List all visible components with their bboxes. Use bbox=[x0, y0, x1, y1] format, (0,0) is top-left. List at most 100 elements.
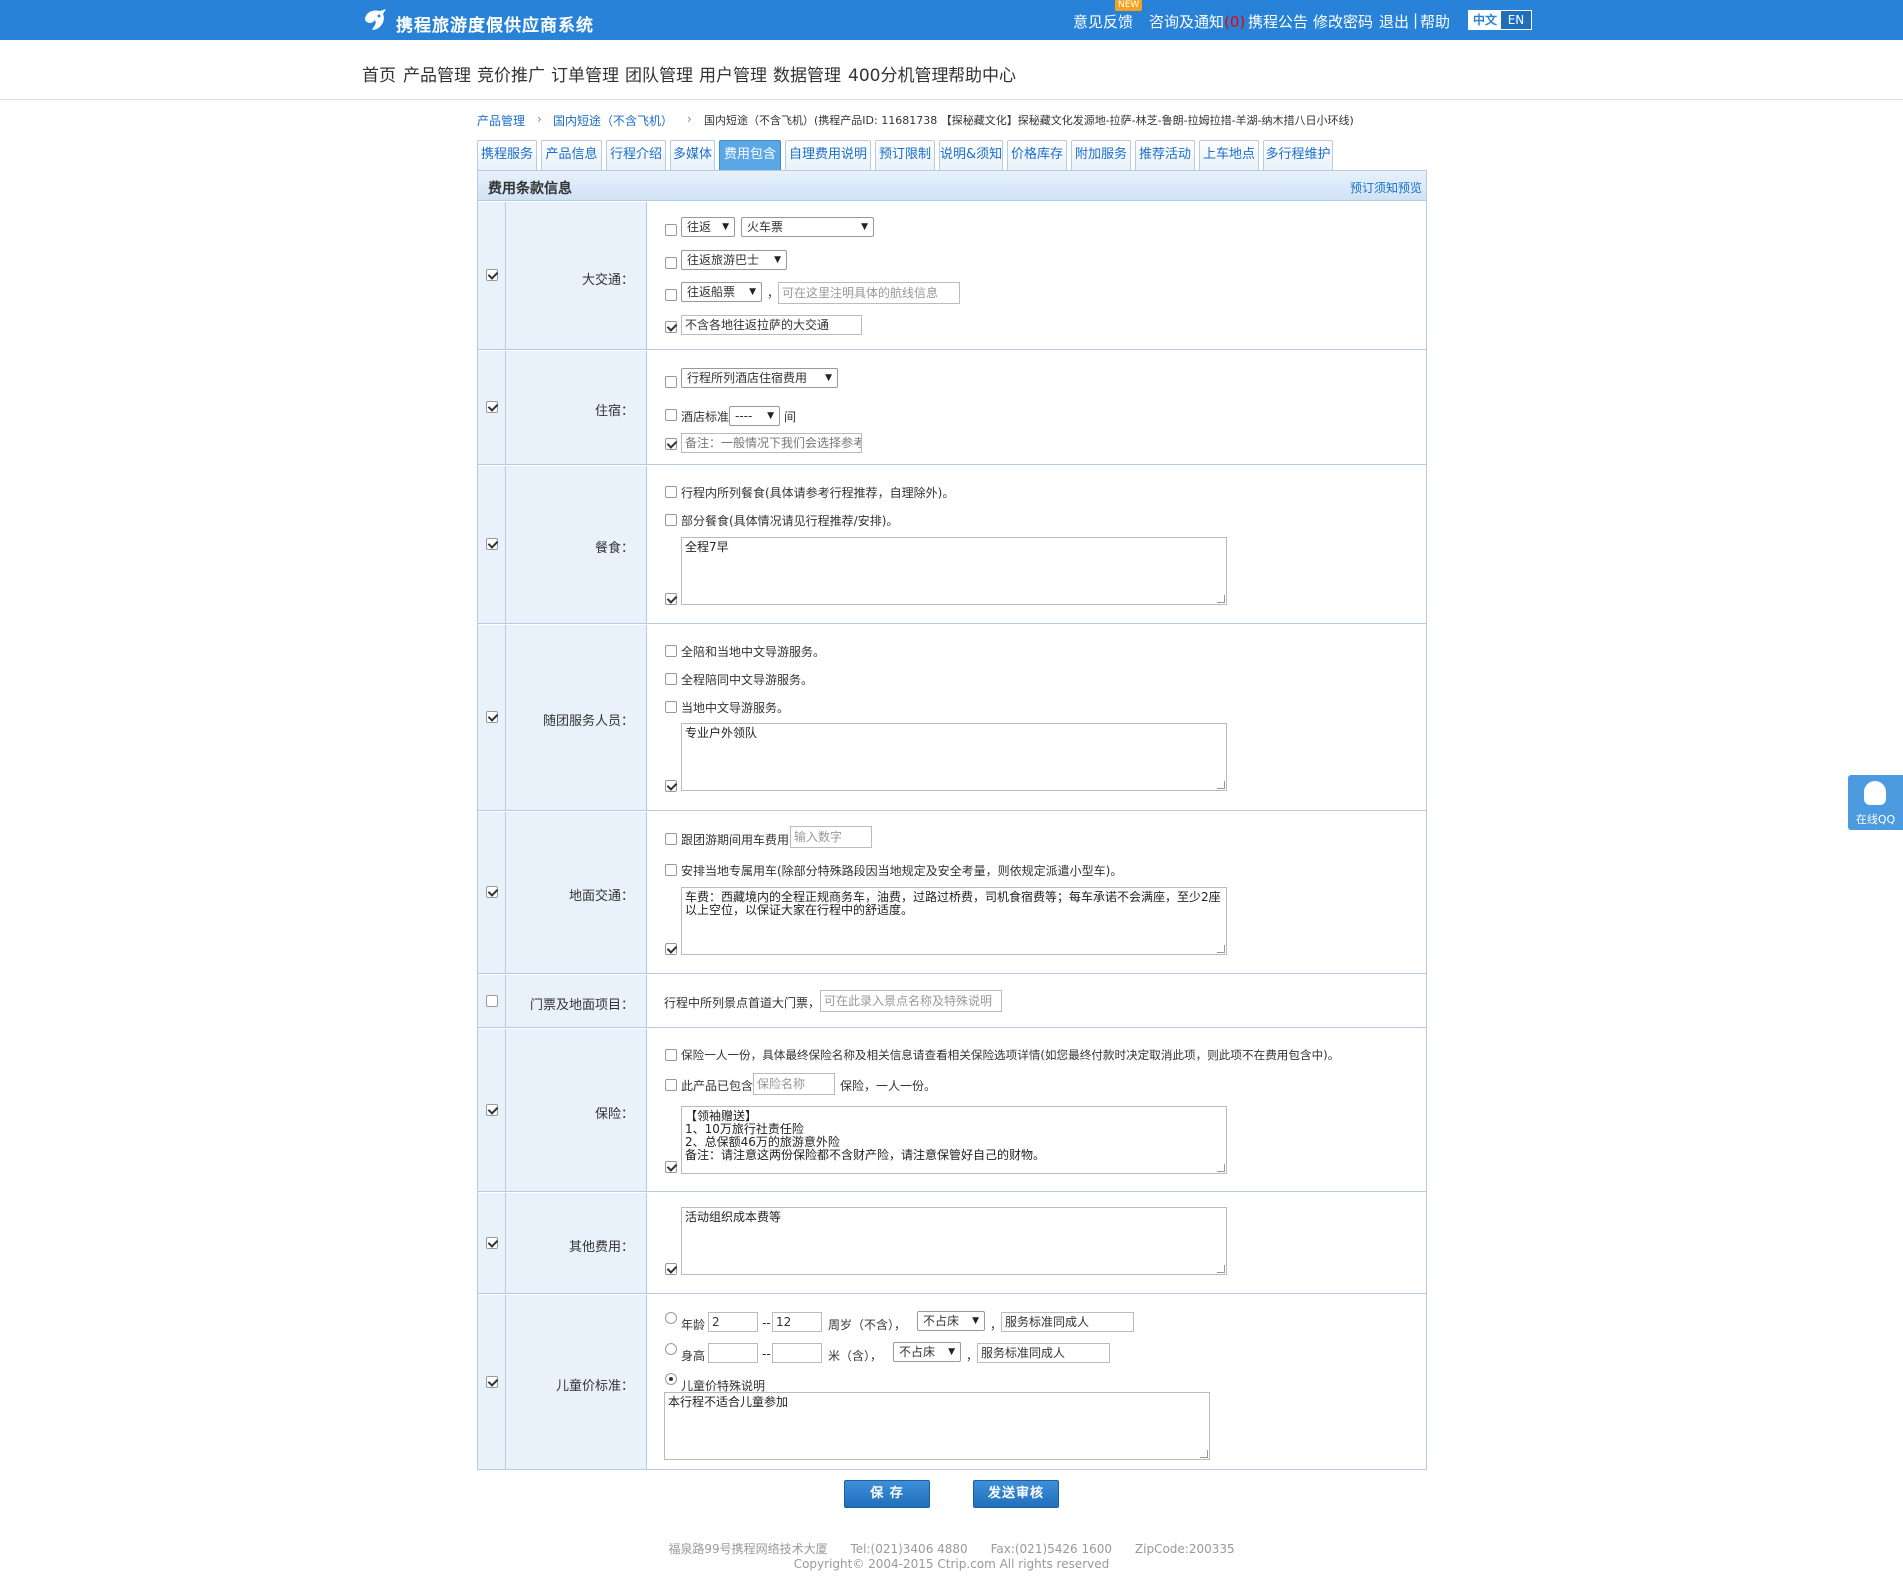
traffic-trip-select[interactable]: 往返 bbox=[681, 217, 735, 237]
child-enable-checkbox[interactable] bbox=[486, 1376, 498, 1388]
hotel-enable-checkbox[interactable] bbox=[486, 401, 498, 413]
panel-header: 费用条款信息 预订须知预览 bbox=[478, 171, 1426, 201]
meal-partial-checkbox[interactable] bbox=[665, 514, 677, 526]
hotel-note-input[interactable]: 备注：一般情况下我们会选择参考 bbox=[681, 433, 862, 453]
save-button[interactable]: 保 存 bbox=[844, 1480, 930, 1508]
nav-bidding[interactable]: 竞价推广 bbox=[477, 61, 545, 86]
nav-home[interactable]: 首页 bbox=[362, 61, 396, 86]
nav-orders[interactable]: 订单管理 bbox=[551, 61, 619, 86]
ground-enable-checkbox[interactable] bbox=[486, 886, 498, 898]
height-bed-select[interactable]: 不占床 bbox=[893, 1342, 961, 1362]
ground-note-textarea[interactable]: 车费：西藏境内的全程正规商务车，油费，过路过桥费，司机食宿费等；每车承诺不会满座… bbox=[681, 887, 1227, 955]
traffic-enable-checkbox[interactable] bbox=[486, 269, 498, 281]
height-to-input[interactable] bbox=[772, 1343, 822, 1363]
tab-addon[interactable]: 附加服务 bbox=[1071, 140, 1131, 170]
notice-link[interactable]: 携程公告 bbox=[1248, 11, 1308, 32]
ticket-enable-checkbox[interactable] bbox=[486, 995, 498, 1007]
hotel-note-checkbox[interactable] bbox=[665, 438, 677, 450]
meal-listed-checkbox[interactable] bbox=[665, 486, 677, 498]
traffic-mode-select[interactable]: 火车票 bbox=[741, 217, 874, 237]
other-enable-checkbox[interactable] bbox=[486, 1237, 498, 1249]
hotel-listed-select[interactable]: 行程所列酒店住宿费用 bbox=[681, 368, 838, 388]
insurance-included-checkbox[interactable] bbox=[665, 1079, 677, 1091]
insurance-each-checkbox[interactable] bbox=[665, 1049, 677, 1061]
tab-recommend[interactable]: 推荐活动 bbox=[1135, 140, 1195, 170]
feedback-link[interactable]: 意见反馈 bbox=[1073, 11, 1133, 32]
ground-fee-checkbox[interactable] bbox=[665, 833, 677, 845]
preview-link[interactable]: 预订须知预览 bbox=[1350, 179, 1422, 196]
traffic-bus-select[interactable]: 往返旅游巴士 bbox=[681, 250, 787, 270]
tab-product-info[interactable]: 产品信息 bbox=[541, 140, 602, 170]
ground-fee-input[interactable]: 输入数字 bbox=[790, 826, 872, 848]
traffic-train-checkbox[interactable] bbox=[665, 224, 677, 236]
guide-local-checkbox[interactable] bbox=[665, 701, 677, 713]
nav-team[interactable]: 团队管理 bbox=[625, 61, 693, 86]
ticket-input[interactable]: 可在此录入景点名称及特殊说明 bbox=[820, 990, 1002, 1012]
row-other: 其他费用： 活动组织成本费等 bbox=[478, 1193, 1426, 1294]
lang-zh-button[interactable]: 中文 bbox=[1469, 11, 1501, 29]
insurance-name-input[interactable]: 保险名称 bbox=[753, 1073, 835, 1095]
tab-multi-itinerary[interactable]: 多行程维护 bbox=[1263, 140, 1333, 170]
traffic-bus-checkbox[interactable] bbox=[665, 257, 677, 269]
guide-note-textarea[interactable]: 专业户外领队 bbox=[681, 723, 1227, 791]
online-qq-button[interactable]: 在线QQ bbox=[1848, 775, 1903, 830]
ground-note-checkbox[interactable] bbox=[665, 943, 677, 955]
hotel-listed-checkbox[interactable] bbox=[665, 376, 677, 388]
help-link[interactable]: 帮助 bbox=[1420, 11, 1450, 32]
tab-pickup[interactable]: 上车地点 bbox=[1199, 140, 1259, 170]
height-from-input[interactable] bbox=[708, 1343, 758, 1363]
age-bed-select[interactable]: 不占床 bbox=[917, 1311, 985, 1331]
height-service-input[interactable]: 服务标准同成人 bbox=[977, 1343, 1110, 1363]
tab-ctrip-service[interactable]: 携程服务 bbox=[477, 140, 537, 170]
child-special-textarea[interactable]: 本行程不适合儿童参加 bbox=[664, 1392, 1210, 1460]
change-password-link[interactable]: 修改密码 bbox=[1313, 11, 1373, 32]
submit-review-button[interactable]: 发送审核 bbox=[973, 1480, 1059, 1508]
nav-users[interactable]: 用户管理 bbox=[699, 61, 767, 86]
consult-link[interactable]: 咨询及通知(0) bbox=[1149, 11, 1245, 32]
traffic-ship-checkbox[interactable] bbox=[665, 289, 677, 301]
insurance-enable-checkbox[interactable] bbox=[486, 1104, 498, 1116]
traffic-ship-select[interactable]: 往返船票 bbox=[681, 282, 762, 302]
nav-help[interactable]: 帮助中心 bbox=[948, 61, 1016, 86]
insurance-note-textarea[interactable]: 【领袖赠送】 1、10万旅行社责任险 2、总保额46万的旅游意外险 备注：请注意… bbox=[681, 1106, 1227, 1174]
tab-itinerary[interactable]: 行程介绍 bbox=[606, 140, 666, 170]
guide-enable-checkbox[interactable] bbox=[486, 711, 498, 723]
tab-notes[interactable]: 说明&须知 bbox=[939, 140, 1003, 170]
breadcrumb-category[interactable]: 国内短途（不含飞机） bbox=[553, 112, 673, 129]
tab-price-stock[interactable]: 价格库存 bbox=[1007, 140, 1067, 170]
child-special-radio[interactable] bbox=[665, 1373, 677, 1385]
child-label: 儿童价标准： bbox=[555, 1379, 634, 1394]
guide-full-checkbox[interactable] bbox=[665, 645, 677, 657]
tab-booking-limit[interactable]: 预订限制 bbox=[875, 140, 935, 170]
tab-fee-included[interactable]: 费用包含 bbox=[719, 140, 781, 170]
age-from-input[interactable]: 2 bbox=[708, 1312, 758, 1332]
guide-escort-checkbox[interactable] bbox=[665, 673, 677, 685]
guide-note-checkbox[interactable] bbox=[665, 780, 677, 792]
ship-route-input[interactable]: 可在这里注明具体的航线信息 bbox=[778, 282, 960, 304]
meal-note-textarea[interactable]: 全程7早 bbox=[681, 537, 1227, 605]
breadcrumb-product[interactable]: 产品管理 bbox=[477, 112, 525, 129]
traffic-note-input[interactable]: 不含各地往返拉萨的大交通 bbox=[681, 315, 862, 335]
ground-private-checkbox[interactable] bbox=[665, 864, 677, 876]
hotel-standard-select[interactable]: ---- bbox=[729, 406, 780, 426]
tab-media[interactable]: 多媒体 bbox=[670, 140, 715, 170]
ground-private-text: 安排当地专属用车(除部分特殊路段因当地规定及安全考量，则依规定派遣小型车)。 bbox=[681, 864, 1123, 878]
other-note-textarea[interactable]: 活动组织成本费等 bbox=[681, 1207, 1227, 1275]
child-height-radio[interactable] bbox=[665, 1343, 677, 1355]
insurance-note-checkbox[interactable] bbox=[665, 1161, 677, 1173]
lang-en-button[interactable]: EN bbox=[1501, 11, 1531, 29]
logout-link[interactable]: 退出 bbox=[1379, 11, 1409, 32]
row-check-cell bbox=[478, 975, 506, 1027]
child-age-radio[interactable] bbox=[665, 1312, 677, 1324]
nav-400[interactable]: 400分机管理 bbox=[848, 61, 948, 86]
nav-data[interactable]: 数据管理 bbox=[773, 61, 841, 86]
traffic-note-checkbox[interactable] bbox=[665, 321, 677, 333]
nav-product[interactable]: 产品管理 bbox=[403, 61, 471, 86]
meal-note-checkbox[interactable] bbox=[665, 593, 677, 605]
age-service-input[interactable]: 服务标准同成人 bbox=[1001, 1312, 1134, 1332]
hotel-standard-checkbox[interactable] bbox=[665, 409, 677, 421]
meal-enable-checkbox[interactable] bbox=[486, 538, 498, 550]
age-to-input[interactable]: 12 bbox=[772, 1312, 822, 1332]
tab-self-pay[interactable]: 自理费用说明 bbox=[785, 140, 871, 170]
other-note-checkbox[interactable] bbox=[665, 1263, 677, 1275]
